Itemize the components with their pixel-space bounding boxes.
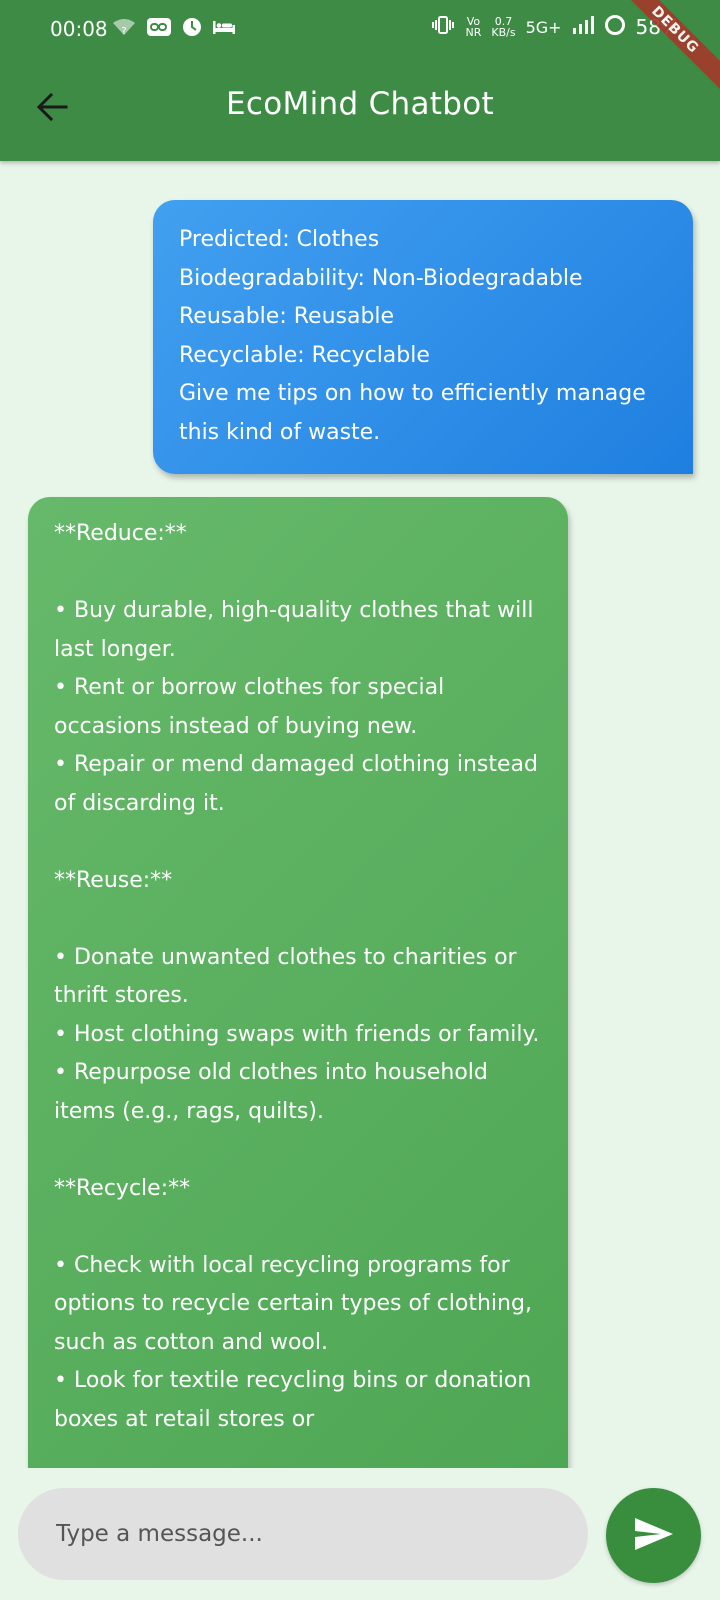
bot-message-bubble: **Reduce:** • Buy durable, high-quality … — [28, 497, 568, 1468]
send-button[interactable] — [606, 1488, 701, 1583]
status-left-icons: ? — [112, 17, 236, 41]
message-input[interactable] — [18, 1488, 588, 1580]
network-type: 5G+ — [525, 17, 562, 37]
volte-indicator: Vo NR — [465, 16, 481, 38]
page-title: EcoMind Chatbot — [226, 86, 494, 122]
app-bar: 00:08 ? Vo NR 0.7 KB/s 5G+ DEBUG EcoMind… — [0, 0, 720, 161]
status-right: Vo NR 0.7 KB/s 5G+ 58% — [431, 14, 680, 40]
chat-message-list[interactable]: Predicted: Clothes Biodegradability: Non… — [0, 161, 720, 1468]
signal-icon — [572, 15, 594, 39]
bed-icon — [212, 18, 236, 40]
wifi-question-icon: ? — [112, 17, 136, 41]
link-icon — [146, 17, 172, 41]
svg-text:?: ? — [121, 26, 126, 37]
volte-bottom: NR — [465, 26, 482, 39]
user-message-bubble: Predicted: Clothes Biodegradability: Non… — [153, 200, 693, 474]
battery-ring-icon — [604, 14, 626, 40]
clock-icon — [182, 17, 202, 41]
message-composer — [0, 1468, 720, 1600]
status-time: 00:08 — [50, 17, 108, 41]
network-speed: 0.7 KB/s — [491, 16, 515, 38]
send-icon — [633, 1516, 675, 1556]
speed-unit: KB/s — [491, 26, 516, 39]
vibrate-icon — [431, 16, 455, 38]
status-bar: 00:08 ? Vo NR 0.7 KB/s 5G+ — [0, 0, 720, 60]
